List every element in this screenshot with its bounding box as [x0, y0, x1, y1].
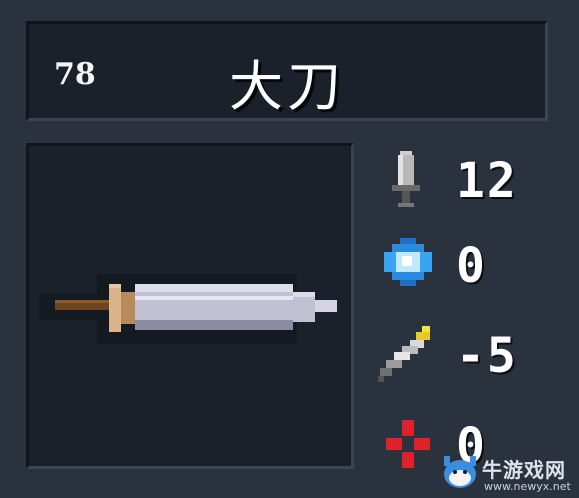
- sword-damage-icon: [392, 151, 420, 207]
- item-preview-panel: [26, 143, 354, 469]
- blue-crystal-energy-icon: [384, 238, 432, 286]
- stat-row-speed: -5: [376, 322, 576, 386]
- watermark: 牛游戏网 www.newyx.net: [440, 452, 578, 496]
- broadsword-sprite: [39, 274, 337, 344]
- stat-value-energy: 0: [456, 238, 487, 294]
- stat-value-speed: -5: [456, 328, 518, 384]
- stat-row-energy: 0: [376, 232, 576, 296]
- red-crosshair-icon: [386, 420, 430, 468]
- item-title-bar: 78 大刀: [26, 21, 548, 121]
- watermark-name: 牛游戏网: [482, 458, 566, 482]
- stat-value-damage: 12: [456, 153, 518, 209]
- watermark-logo-icon: [444, 456, 476, 488]
- item-name: 大刀: [229, 55, 345, 118]
- watermark-url: www.newyx.net: [484, 480, 571, 493]
- feather-quill-icon: [378, 326, 430, 382]
- stat-row-damage: 12: [376, 147, 576, 211]
